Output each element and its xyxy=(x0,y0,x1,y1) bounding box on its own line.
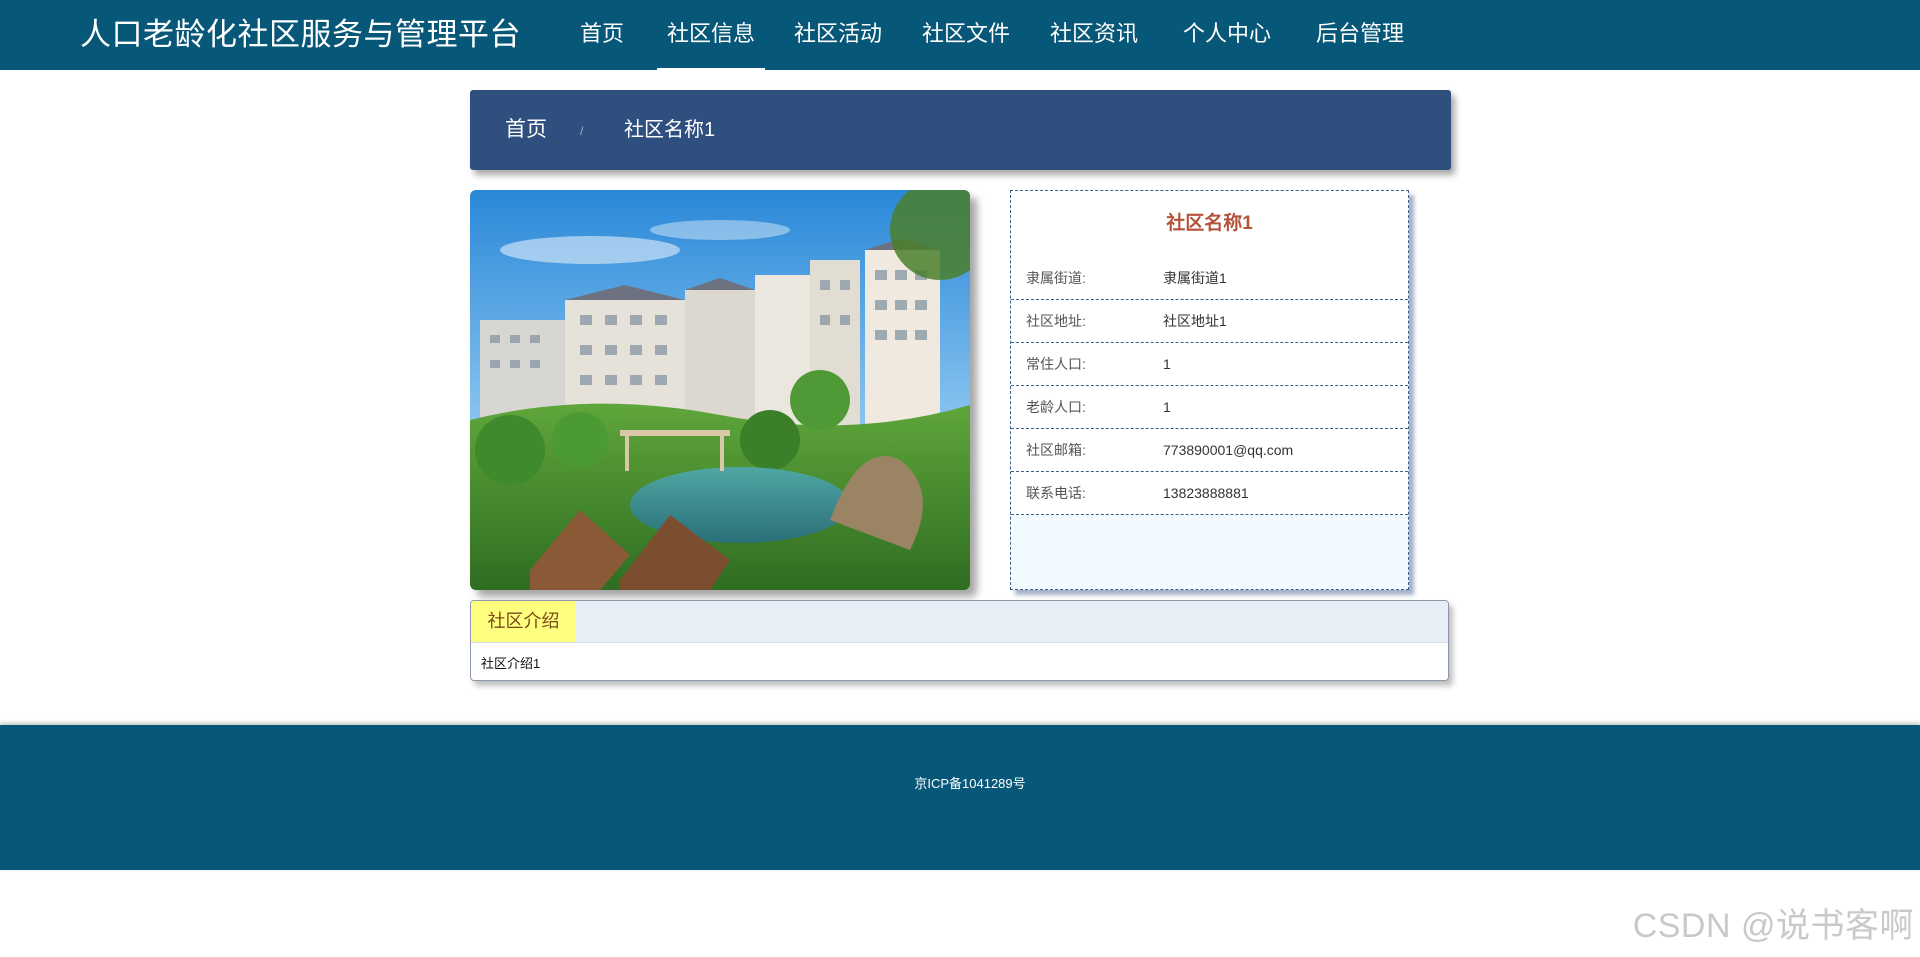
nav-community-info[interactable]: 社区信息 xyxy=(657,0,765,70)
community-photo xyxy=(470,190,970,590)
info-value: 隶属街道1 xyxy=(1163,270,1227,286)
community-intro-panel: 社区介绍 社区介绍1 xyxy=(470,600,1449,681)
info-label: 隶属街道: xyxy=(1026,270,1086,286)
info-row-elderly-population: 老龄人口: 1 xyxy=(1011,386,1408,429)
nav-community-news[interactable]: 社区资讯 xyxy=(1041,0,1147,70)
icp-record: 京ICP备1041289号 xyxy=(914,776,1026,791)
intro-content: 社区介绍1 xyxy=(481,656,541,671)
info-value: 社区地址1 xyxy=(1163,313,1227,329)
info-value: 1 xyxy=(1163,399,1171,415)
site-title[interactable]: 人口老龄化社区服务与管理平台 xyxy=(80,0,521,70)
info-row-resident-population: 常住人口: 1 xyxy=(1011,343,1408,386)
nav-personal-center[interactable]: 个人中心 xyxy=(1173,0,1281,70)
info-row-phone: 联系电话: 13823888881 xyxy=(1011,472,1408,515)
info-row-address: 社区地址: 社区地址1 xyxy=(1011,300,1408,343)
info-label: 常住人口: xyxy=(1026,356,1086,372)
info-label: 社区地址: xyxy=(1026,313,1086,329)
info-label: 社区邮箱: xyxy=(1026,442,1086,458)
footer: 京ICP备1041289号 xyxy=(0,725,1920,870)
info-row-street: 隶属街道: 隶属街道1 xyxy=(1011,257,1408,300)
nav-admin[interactable]: 后台管理 xyxy=(1307,0,1413,70)
breadcrumb-separator: / xyxy=(580,124,584,138)
info-label: 老龄人口: xyxy=(1026,399,1086,415)
breadcrumb-current: 社区名称1 xyxy=(624,119,716,141)
info-row-email: 社区邮箱: 773890001@qq.com xyxy=(1011,429,1408,472)
breadcrumb: 首页 / 社区名称1 xyxy=(470,90,1451,170)
nav-community-activities[interactable]: 社区活动 xyxy=(785,0,891,70)
nav-home[interactable]: 首页 xyxy=(557,0,647,70)
info-value: 773890001@qq.com xyxy=(1163,442,1294,458)
community-name: 社区名称1 xyxy=(1011,191,1408,257)
watermark: CSDN @说书客啊 xyxy=(1632,907,1914,945)
top-navbar: 人口老龄化社区服务与管理平台 首页 社区信息 社区活动 社区文件 社区资讯 个人… xyxy=(0,0,1920,70)
info-value: 13823888881 xyxy=(1163,485,1249,501)
info-label: 联系电话: xyxy=(1026,485,1086,501)
tab-community-intro[interactable]: 社区介绍 xyxy=(471,601,576,642)
community-info-panel: 社区名称1 隶属街道: 隶属街道1 社区地址: 社区地址1 常住人口: 1 老龄… xyxy=(1010,190,1409,590)
intro-tab-bar: 社区介绍 xyxy=(471,601,1448,643)
info-value: 1 xyxy=(1163,356,1171,372)
nav-community-files[interactable]: 社区文件 xyxy=(913,0,1019,70)
breadcrumb-home-link[interactable]: 首页 xyxy=(505,90,547,170)
